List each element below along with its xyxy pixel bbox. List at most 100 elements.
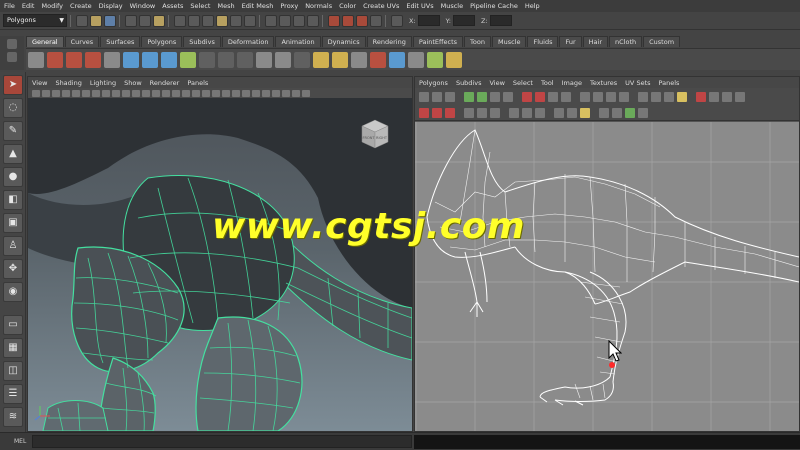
- dof-icon[interactable]: [272, 89, 280, 97]
- paint-select-button[interactable]: ✎: [3, 121, 23, 141]
- shaded-uv-icon[interactable]: [696, 91, 706, 102]
- pick-faces-icon[interactable]: [216, 14, 228, 27]
- tool-icon[interactable]: [218, 51, 234, 68]
- pick-misc-icon[interactable]: [244, 14, 256, 27]
- snap-point-icon[interactable]: [293, 14, 305, 27]
- smooth-shade-icon[interactable]: [152, 89, 160, 97]
- flip-u-icon[interactable]: [464, 91, 474, 102]
- sew-uv-icon[interactable]: [535, 91, 545, 102]
- tool-icon[interactable]: [625, 107, 635, 118]
- rotate-icon[interactable]: [503, 91, 513, 102]
- shadows-icon[interactable]: [192, 89, 200, 97]
- tool-icon[interactable]: [123, 51, 139, 68]
- panel-menu-shading[interactable]: Shading: [55, 79, 81, 87]
- tool-icon[interactable]: [313, 51, 329, 68]
- menu-edit-mesh[interactable]: Edit Mesh: [242, 2, 274, 10]
- menu-normals[interactable]: Normals: [305, 2, 332, 10]
- tool-icon[interactable]: [370, 51, 386, 68]
- camera-icon[interactable]: [42, 89, 50, 97]
- tool-icon[interactable]: [522, 107, 532, 118]
- image-icon[interactable]: [664, 91, 674, 102]
- render-settings-icon[interactable]: [370, 14, 382, 27]
- resolution-gate-icon[interactable]: [92, 89, 100, 97]
- hud-icon[interactable]: [232, 89, 240, 97]
- shelf-tab-deformation[interactable]: Deformation: [221, 36, 275, 47]
- tool-icon[interactable]: [445, 107, 455, 118]
- uv-icon[interactable]: [432, 91, 442, 102]
- save-scene-icon[interactable]: [104, 14, 116, 27]
- tool-icon[interactable]: [477, 107, 487, 118]
- z-field[interactable]: [489, 15, 512, 26]
- display-icon[interactable]: [735, 91, 745, 102]
- menu-modify[interactable]: Modify: [41, 2, 63, 10]
- pick-edges-icon[interactable]: [202, 14, 214, 27]
- rotate-icon[interactable]: [490, 91, 500, 102]
- tool-icon[interactable]: [554, 107, 564, 118]
- shelf-tab-subdivs[interactable]: Subdivs: [183, 36, 221, 47]
- y-field[interactable]: [452, 15, 475, 26]
- uv-menu-polygons[interactable]: Polygons: [419, 79, 448, 87]
- shelf-tab-general[interactable]: General: [26, 36, 64, 47]
- layout-graph-button[interactable]: ≋: [3, 407, 23, 427]
- shelf-tab-painteffects[interactable]: PaintEffects: [412, 36, 464, 47]
- borders-icon[interactable]: [722, 91, 732, 102]
- tool-icon[interactable]: [567, 107, 577, 118]
- move-tool-button[interactable]: ▲: [3, 144, 23, 164]
- tool-icon[interactable]: [161, 51, 177, 68]
- shelf-tab-animation[interactable]: Animation: [275, 36, 321, 47]
- universal-manipulator-button[interactable]: ▣: [3, 213, 23, 233]
- menu-proxy[interactable]: Proxy: [280, 2, 298, 10]
- camera-icon[interactable]: [52, 89, 60, 97]
- open-scene-icon[interactable]: [90, 14, 102, 27]
- menu-edit-uvs[interactable]: Edit UVs: [406, 2, 433, 10]
- select-tool-button[interactable]: ➤: [3, 75, 23, 95]
- tool-icon[interactable]: [509, 107, 519, 118]
- layout-outliner-button[interactable]: ☰: [3, 384, 23, 404]
- tool-icon[interactable]: [580, 107, 590, 118]
- menu-create[interactable]: Create: [70, 2, 92, 10]
- field-chart-icon[interactable]: [112, 89, 120, 97]
- tool-icon[interactable]: [294, 51, 310, 68]
- snap-curve-icon[interactable]: [279, 14, 291, 27]
- uv-icon[interactable]: [419, 91, 429, 102]
- uv-menu-image[interactable]: Image: [562, 79, 582, 87]
- snap-plane-icon[interactable]: [307, 14, 319, 27]
- uv-menu-view[interactable]: View: [489, 79, 504, 87]
- layout-uv-icon[interactable]: [561, 91, 571, 102]
- tool-icon[interactable]: [464, 107, 474, 118]
- gamma-icon[interactable]: [292, 89, 300, 97]
- shelf-tab-muscle[interactable]: Muscle: [491, 36, 527, 47]
- film-reel-icon[interactable]: [28, 51, 44, 68]
- xray-icon[interactable]: [202, 89, 210, 97]
- gate-mask-icon[interactable]: [102, 89, 110, 97]
- tool-icon[interactable]: [419, 107, 429, 118]
- history-icon[interactable]: [328, 14, 340, 27]
- motion-blur-icon[interactable]: [252, 89, 260, 97]
- menu-pipeline-cache[interactable]: Pipeline Cache: [470, 2, 518, 10]
- select-object-icon[interactable]: [139, 14, 151, 27]
- menu-create-uvs[interactable]: Create UVs: [363, 2, 399, 10]
- snap-icon[interactable]: [651, 91, 661, 102]
- panel-menu-panels[interactable]: Panels: [187, 79, 208, 87]
- shelf-tab-polygons[interactable]: Polygons: [141, 36, 183, 47]
- grid-icon[interactable]: [638, 91, 648, 102]
- menu-set-selector[interactable]: Polygons ▼: [3, 14, 67, 27]
- safe-action-icon[interactable]: [122, 89, 130, 97]
- input-line-mode-icon[interactable]: [391, 14, 403, 27]
- tool-icon[interactable]: [612, 107, 622, 118]
- uv-menu-subdivs[interactable]: Subdivs: [456, 79, 482, 87]
- wire-on-shaded-icon[interactable]: [162, 89, 170, 97]
- command-line-label[interactable]: MEL: [14, 438, 26, 445]
- tool-icon[interactable]: [427, 51, 443, 68]
- uv-icon[interactable]: [445, 91, 455, 102]
- menu-select[interactable]: Select: [190, 2, 210, 10]
- menu-display[interactable]: Display: [99, 2, 123, 10]
- uv-menu-select[interactable]: Select: [513, 79, 533, 87]
- pick-points-icon[interactable]: [188, 14, 200, 27]
- view-cube[interactable]: FRONT RIGHT: [358, 118, 392, 150]
- x-field[interactable]: [417, 15, 440, 26]
- cut-uv-icon[interactable]: [522, 91, 532, 102]
- tool-icon[interactable]: [599, 107, 609, 118]
- texture-icon[interactable]: [172, 89, 180, 97]
- layout-single-button[interactable]: ▭: [3, 315, 23, 335]
